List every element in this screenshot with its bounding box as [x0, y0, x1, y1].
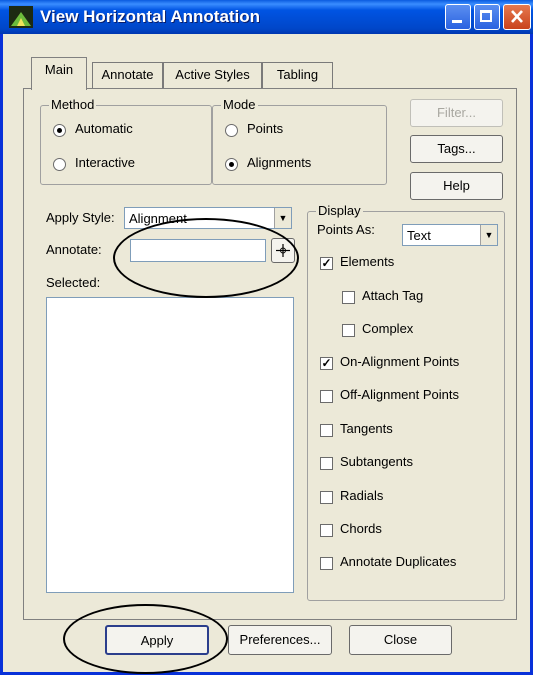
selected-list[interactable]: [46, 297, 294, 593]
help-button-label: Help: [443, 178, 470, 193]
method-automatic-radio[interactable]: [53, 124, 66, 137]
tab-tabling-label: Tabling: [276, 67, 319, 82]
points-as-select[interactable]: Text ▼: [402, 224, 498, 246]
close-button-label: Close: [383, 632, 418, 647]
attach-tag-label: Attach Tag: [362, 288, 424, 303]
tangents-checkbox[interactable]: [320, 424, 333, 437]
mode-alignments-label: Alignments: [247, 155, 312, 170]
title-bar[interactable]: View Horizontal Annotation: [0, 0, 533, 34]
apply-style-label: Apply Style:: [46, 210, 115, 225]
app-icon: [9, 6, 33, 28]
complex-checkbox[interactable]: [342, 324, 355, 337]
apply-button-label: Apply: [140, 633, 174, 648]
method-automatic-label: Automatic: [75, 121, 133, 136]
annotate-duplicates-checkbox[interactable]: [320, 557, 333, 570]
annotate-pick-button[interactable]: [271, 238, 295, 263]
points-as-dropdown-button[interactable]: ▼: [480, 225, 497, 245]
attach-tag-checkbox[interactable]: [342, 291, 355, 304]
display-group-label: Display: [316, 203, 363, 218]
subtangents-checkbox[interactable]: [320, 457, 333, 470]
elements-label: Elements: [340, 254, 395, 269]
apply-button[interactable]: Apply: [105, 625, 209, 655]
tags-button-label: Tags...: [437, 141, 476, 156]
mode-group: Mode Points Alignments: [212, 97, 387, 185]
apply-style-select[interactable]: Alignment ▼: [124, 207, 292, 229]
filter-button[interactable]: Filter...: [410, 99, 503, 127]
apply-style-dropdown-button[interactable]: ▼: [274, 208, 291, 228]
radials-checkbox[interactable]: [320, 491, 333, 504]
mode-points-radio[interactable]: [225, 124, 238, 137]
method-interactive-radio[interactable]: [53, 158, 66, 171]
apply-style-value: Alignment: [129, 211, 187, 226]
mode-group-label: Mode: [221, 97, 258, 112]
filter-button-label: Filter...: [436, 105, 476, 120]
subtangents-label: Subtangents: [340, 454, 414, 469]
on-alignment-points-label: On-Alignment Points: [340, 354, 460, 369]
mode-alignments-radio[interactable]: [225, 158, 238, 171]
points-as-label: Points As:: [317, 222, 375, 237]
elements-checkbox[interactable]: ✓: [320, 257, 333, 270]
annotate-input[interactable]: [130, 239, 266, 262]
tab-tabling[interactable]: Tabling: [262, 62, 333, 89]
method-interactive-label: Interactive: [75, 155, 135, 170]
radials-label: Radials: [340, 488, 384, 503]
selected-label: Selected:: [46, 275, 101, 290]
display-group: Display Points As: Text ▼ ✓ Elements Att…: [307, 203, 505, 601]
mode-points-label: Points: [247, 121, 284, 136]
tab-main-label: Main: [44, 62, 74, 77]
help-button[interactable]: Help: [410, 172, 503, 200]
maximize-icon: [480, 10, 492, 22]
minimize-button[interactable]: [445, 4, 471, 30]
tangents-label: Tangents: [340, 421, 393, 436]
dialog-window: View Horizontal Annotation Main Annotate…: [0, 0, 533, 675]
annotate-label: Annotate:: [46, 242, 102, 257]
tags-button[interactable]: Tags...: [410, 135, 503, 163]
main-tab-panel: Method Automatic Interactive Mode Points…: [23, 88, 517, 620]
chords-label: Chords: [340, 521, 382, 536]
tab-main[interactable]: Main: [31, 57, 87, 90]
chevron-down-icon: ▼: [278, 213, 288, 223]
tab-annotate-label: Annotate: [101, 67, 154, 82]
chords-checkbox[interactable]: [320, 524, 333, 537]
method-group-label: Method: [49, 97, 97, 112]
chevron-down-icon: ▼: [484, 230, 494, 240]
close-icon: [511, 10, 523, 23]
annotate-duplicates-label: Annotate Duplicates: [340, 554, 457, 569]
crosshair-icon: [276, 244, 290, 257]
complex-label: Complex: [362, 321, 414, 336]
method-group: Method Automatic Interactive: [40, 97, 212, 185]
preferences-button[interactable]: Preferences...: [228, 625, 332, 655]
preferences-button-label: Preferences...: [239, 632, 321, 647]
on-alignment-points-checkbox[interactable]: ✓: [320, 357, 333, 370]
tab-active-styles-label: Active Styles: [175, 67, 250, 82]
close-button[interactable]: Close: [349, 625, 452, 655]
maximize-button[interactable]: [474, 4, 500, 30]
tab-active-styles[interactable]: Active Styles: [163, 62, 262, 89]
off-alignment-points-label: Off-Alignment Points: [340, 387, 459, 402]
points-as-value: Text: [407, 228, 431, 243]
tab-annotate[interactable]: Annotate: [92, 62, 163, 89]
window-title: View Horizontal Annotation: [40, 7, 261, 26]
close-window-button[interactable]: [503, 4, 531, 30]
off-alignment-points-checkbox[interactable]: [320, 390, 333, 403]
minimize-icon: [452, 20, 462, 23]
